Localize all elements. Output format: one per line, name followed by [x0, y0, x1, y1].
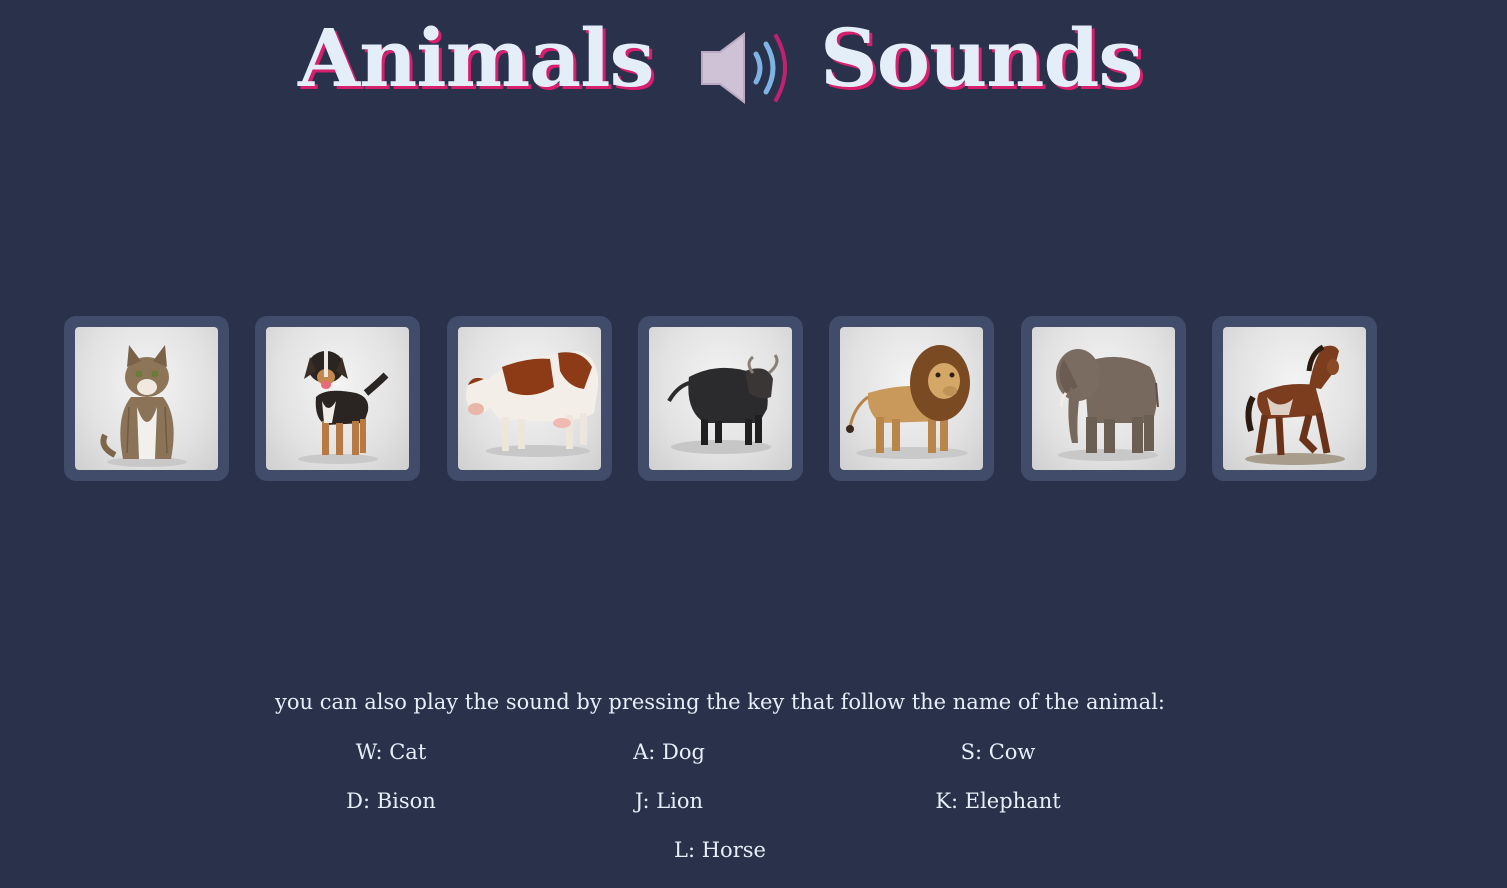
dog-photo: [266, 327, 409, 470]
cow-photo: [458, 327, 601, 470]
animal-card-cat[interactable]: [64, 316, 229, 481]
key-hint-elephant: K: Elephant: [935, 789, 1061, 813]
speaker-icon: [701, 32, 787, 104]
animal-card-horse[interactable]: [1212, 316, 1377, 481]
page-title: Animals Sounds: [0, 8, 1440, 108]
animal-card-bison[interactable]: [638, 316, 803, 481]
key-hint-lion: J: Lion: [634, 789, 704, 813]
title-word-sounds: Sounds: [820, 11, 1143, 105]
cat-photo: [75, 327, 218, 470]
elephant-photo: [1032, 327, 1175, 470]
key-hint-cat: W: Cat: [355, 740, 427, 764]
key-hint-dog: A: Dog: [633, 740, 705, 764]
lion-photo: [840, 327, 983, 470]
animal-card-dog[interactable]: [255, 316, 420, 481]
key-hint-bison: D: Bison: [346, 789, 436, 813]
instructions-text: you can also play the sound by pressing …: [275, 690, 1165, 714]
key-hint-cow: S: Cow: [960, 740, 1036, 764]
title-word-animals: Animals: [298, 11, 655, 105]
key-hint-horse: L: Horse: [674, 838, 766, 862]
animal-card-lion[interactable]: [829, 316, 994, 481]
animal-card-cow[interactable]: [447, 316, 612, 481]
horse-photo: [1223, 327, 1366, 470]
bison-photo: [649, 327, 792, 470]
animal-card-elephant[interactable]: [1021, 316, 1186, 481]
